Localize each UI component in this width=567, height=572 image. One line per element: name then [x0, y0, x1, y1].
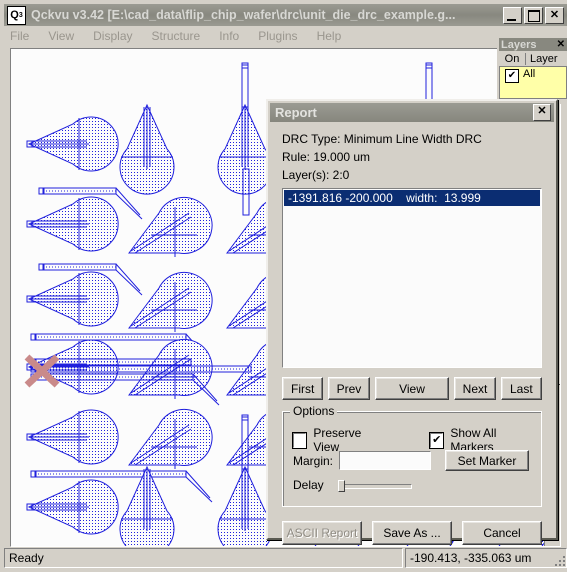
layers-title: Layers — [501, 38, 537, 51]
layer-all-checkbox[interactable]: ✔ — [505, 69, 519, 83]
drc-type-label: DRC Type: Minimum Line Width DRC — [282, 132, 482, 146]
cancel-button[interactable]: Cancel — [462, 521, 542, 545]
report-body: DRC Type: Minimum Line Width DRC Rule: 1… — [268, 122, 556, 368]
menu-file[interactable]: File — [10, 29, 29, 43]
status-message: Ready — [4, 548, 403, 568]
menu-structure[interactable]: Structure — [152, 29, 201, 43]
ascii-report-button[interactable]: ASCII Report — [282, 521, 362, 545]
menu-display[interactable]: Display — [93, 29, 132, 43]
layers-label: Layer(s): 2:0 — [282, 168, 350, 182]
main-titlebar: Q3 Qckvu v3.42 [E:\cad_data\flip_chip_wa… — [4, 4, 567, 26]
report-titlebar: Report ✕ — [270, 103, 554, 122]
layers-window[interactable]: Layers ✕ On Layer ✔ All — [497, 36, 567, 104]
menu-help[interactable]: Help — [317, 29, 342, 43]
maximize-button[interactable] — [524, 6, 543, 24]
report-dialog[interactable]: Report ✕ DRC Type: Minimum Line Width DR… — [266, 99, 558, 545]
violation-list[interactable]: -1391.816 -200.000 width: 13.999 — [282, 188, 542, 368]
options-group: Options Preserve View Show All Markers M… — [282, 404, 542, 507]
delay-slider-track — [337, 484, 412, 489]
set-marker-button[interactable]: Set Marker — [445, 450, 530, 471]
delay-slider-knob[interactable] — [337, 480, 345, 492]
last-button[interactable]: Last — [500, 377, 542, 400]
save-as-button[interactable]: Save As ... — [372, 521, 452, 545]
application-window: Q3 Qckvu v3.42 [E:\cad_data\flip_chip_wa… — [0, 0, 567, 572]
first-button[interactable]: First — [282, 377, 324, 400]
margin-input[interactable] — [339, 451, 432, 470]
status-bar: Ready -190.413, -335.063 um — [4, 548, 567, 568]
coordinate-text: -190.413, -335.063 um — [410, 551, 532, 565]
margin-label: Margin: — [293, 453, 334, 468]
menubar: File View Display Structure Info Plugins… — [4, 26, 567, 45]
options-legend: Options — [290, 404, 338, 418]
violation-row[interactable]: -1391.816 -200.000 width: 13.999 — [284, 190, 540, 206]
layers-close-icon[interactable]: ✕ — [557, 39, 565, 50]
menu-plugins[interactable]: Plugins — [258, 29, 297, 43]
margin-row: Margin: Set Marker — [293, 450, 531, 471]
report-close-button[interactable]: ✕ — [533, 104, 551, 121]
layers-table-row[interactable]: ✔ All — [499, 67, 567, 99]
menu-info[interactable]: Info — [219, 29, 239, 43]
close-button[interactable]: ✕ — [545, 6, 564, 24]
window-controls: ✕ — [503, 6, 564, 24]
delay-label: Delay — [293, 478, 324, 492]
view-button[interactable]: View — [374, 377, 450, 400]
status-coordinates: -190.413, -335.063 um — [405, 548, 567, 568]
minimize-button[interactable] — [503, 6, 522, 24]
layers-table-header: On Layer — [499, 51, 567, 67]
layer-all-label: All — [523, 68, 536, 80]
menu-view[interactable]: View — [48, 29, 74, 43]
delay-row: Delay — [293, 478, 412, 492]
rule-label: Rule: 19.000 um — [282, 150, 371, 164]
navigation-buttons: First Prev View Next Last — [282, 377, 542, 400]
resize-grip[interactable] — [551, 552, 565, 566]
qckvu-app-icon: Q3 — [7, 5, 26, 25]
report-dialog-title: Report — [275, 105, 317, 120]
preserve-view-checkbox[interactable] — [291, 431, 308, 449]
layers-titlebar: Layers ✕ — [499, 38, 567, 51]
delay-slider[interactable] — [337, 479, 412, 492]
dialog-action-buttons: ASCII Report Save As ... Cancel — [282, 521, 542, 545]
show-all-markers-checkbox[interactable] — [429, 431, 445, 449]
layers-col-on: On — [499, 52, 526, 65]
prev-button[interactable]: Prev — [328, 377, 370, 400]
main-window-title: Qckvu v3.42 [E:\cad_data\flip_chip_wafer… — [31, 8, 456, 22]
layers-col-layer: Layer — [530, 52, 558, 65]
next-button[interactable]: Next — [454, 377, 496, 400]
